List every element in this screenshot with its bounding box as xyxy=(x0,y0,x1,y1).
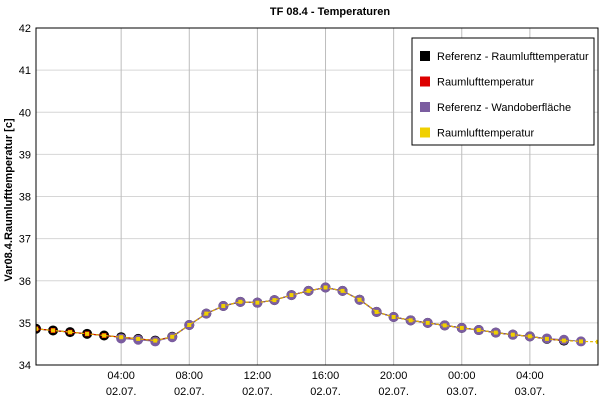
data-point xyxy=(374,309,379,314)
x-tick-label-hour: 20:00 xyxy=(380,370,408,382)
data-point xyxy=(306,288,311,293)
data-point xyxy=(323,285,328,290)
x-tick-label-hour: 12:00 xyxy=(244,370,272,382)
x-tick-label-hour: 00:00 xyxy=(448,370,476,382)
data-point xyxy=(442,323,447,328)
data-point xyxy=(255,300,260,305)
data-point xyxy=(221,304,226,309)
data-point xyxy=(170,334,175,339)
data-point xyxy=(340,288,345,293)
x-tick-label-date: 03.07. xyxy=(446,386,477,398)
temperature-chart: TF 08.4 - Temperaturen 34 35 36 37 38 39 40 41 4… xyxy=(3,6,599,398)
data-point xyxy=(357,297,362,302)
legend-swatch xyxy=(420,127,430,138)
x-tick-label-date: 02.07. xyxy=(174,386,205,398)
data-point xyxy=(51,328,56,333)
data-point xyxy=(238,299,243,304)
legend-swatch xyxy=(420,76,430,87)
data-point xyxy=(119,335,124,340)
legend-label: Referenz - Wandoberfläche xyxy=(437,102,571,114)
data-point xyxy=(408,318,413,323)
x-tick-label-date: 02.07. xyxy=(106,386,137,398)
y-tick-label: 39 xyxy=(19,149,31,161)
x-tick-label-hour: 16:00 xyxy=(312,370,340,382)
legend-label: Referenz - Raumlufttemperatur xyxy=(437,51,589,63)
y-tick-label: 37 xyxy=(19,234,31,246)
data-point xyxy=(204,311,209,316)
data-point xyxy=(561,338,566,343)
x-tick-label-hour: 04:00 xyxy=(516,370,544,382)
legend[interactable]: Referenz - Raumlufttemperatur Raumlufttem… xyxy=(411,37,595,146)
chart-title: TF 08.4 - Temperaturen xyxy=(270,6,390,18)
data-point xyxy=(527,334,532,339)
data-point xyxy=(476,328,481,333)
legend-label: Raumlufttemperatur xyxy=(437,77,535,89)
x-axis-ticks: 04:00 02.07. 08:00 02.07. 12:00 02.07. 16:00 02… xyxy=(106,370,545,398)
data-point xyxy=(493,330,498,335)
y-axis-label: Var08.4.Raumlufttemperatur [c] xyxy=(3,118,15,282)
x-tick-label-hour: 04:00 xyxy=(107,370,135,382)
y-tick-label: 36 xyxy=(19,276,31,288)
x-tick-label-date: 02.07. xyxy=(242,386,273,398)
data-point xyxy=(187,322,192,327)
data-point xyxy=(544,336,549,341)
data-point xyxy=(272,298,277,303)
legend-item[interactable]: Raumlufttemperatur xyxy=(420,127,535,140)
x-tick-label-date: 03.07. xyxy=(515,386,546,398)
x-tick-label-date: 02.07. xyxy=(310,386,341,398)
legend-item[interactable]: Raumlufttemperatur xyxy=(420,76,535,89)
legend-label: Raumlufttemperatur xyxy=(437,128,535,140)
data-point xyxy=(459,325,464,330)
y-tick-label: 42 xyxy=(19,23,31,35)
y-tick-label: 38 xyxy=(19,192,31,204)
y-axis-ticks: 34 35 36 37 38 39 40 41 42 xyxy=(19,23,31,372)
data-point xyxy=(425,320,430,325)
data-point xyxy=(102,333,107,338)
x-tick-label-hour: 08:00 xyxy=(176,370,204,382)
legend-swatch xyxy=(420,102,430,112)
data-point xyxy=(153,338,158,343)
data-point xyxy=(391,314,396,319)
data-point xyxy=(510,332,515,337)
data-point xyxy=(68,330,73,335)
legend-item[interactable]: Referenz - Wandoberfläche xyxy=(420,102,571,114)
data-point xyxy=(578,339,583,344)
x-tick-label-date: 02.07. xyxy=(378,386,409,398)
legend-swatch xyxy=(420,51,430,61)
data-point xyxy=(85,331,90,336)
data-point xyxy=(136,336,141,341)
y-tick-label: 40 xyxy=(19,107,31,119)
y-tick-label: 41 xyxy=(19,65,31,77)
legend-item[interactable]: Referenz - Raumlufttemperatur xyxy=(420,51,589,63)
data-point xyxy=(289,293,294,298)
y-tick-label: 34 xyxy=(19,360,31,372)
y-tick-label: 35 xyxy=(19,318,31,330)
